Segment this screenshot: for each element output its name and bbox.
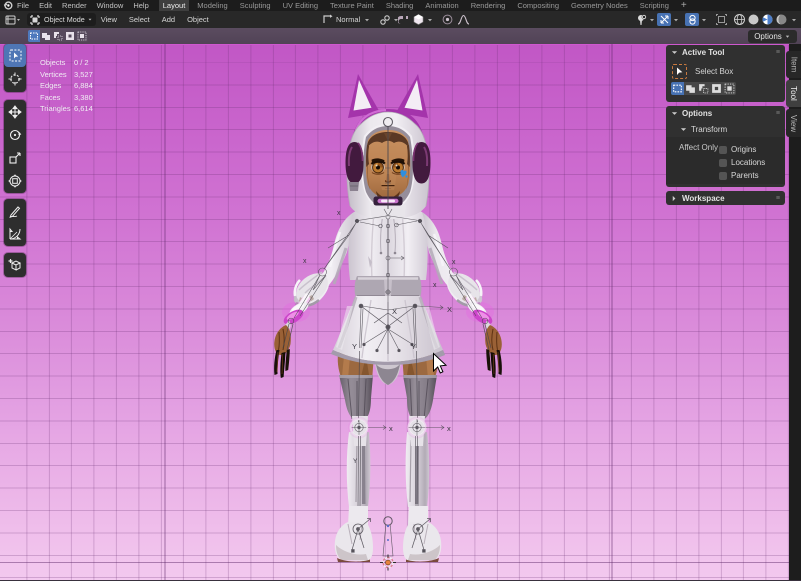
svg-text:Y: Y xyxy=(352,342,357,351)
svg-text:x: x xyxy=(447,424,451,433)
svg-text:x: x xyxy=(303,258,307,265)
svg-text:x: x xyxy=(337,210,341,217)
svg-text:x: x xyxy=(433,282,437,289)
svg-text:x: x xyxy=(389,424,393,433)
svg-text:X: X xyxy=(392,307,397,316)
svg-text:Y: Y xyxy=(411,342,416,351)
svg-text:x: x xyxy=(452,259,456,266)
svg-text:X: X xyxy=(447,305,452,314)
svg-text:Y: Y xyxy=(353,458,358,465)
